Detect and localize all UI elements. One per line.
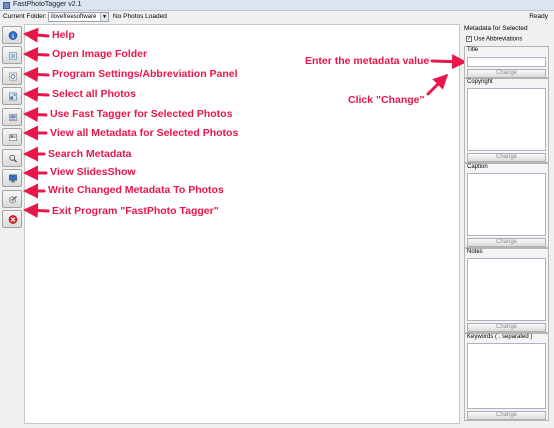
metadata-panel-title: Metadata for Selected bbox=[464, 25, 528, 32]
exit-button[interactable] bbox=[2, 210, 22, 228]
fast-tagger-icon bbox=[9, 114, 17, 121]
select-all-button[interactable] bbox=[2, 87, 22, 105]
caption-input[interactable] bbox=[467, 173, 546, 236]
caption-change-button[interactable]: Change bbox=[467, 238, 546, 247]
open-folder-icon bbox=[9, 52, 17, 60]
keywords-input[interactable] bbox=[467, 343, 546, 409]
use-abbreviations-checkbox[interactable]: ✓ Use Abbreviations bbox=[466, 36, 522, 43]
view-metadata-button[interactable] bbox=[2, 128, 22, 146]
folder-select[interactable]: ilovefreesoftware ▼ bbox=[48, 12, 109, 22]
annotation-help: Help bbox=[52, 29, 75, 41]
annotation-write: Write Changed Metadata To Photos bbox=[48, 184, 224, 196]
use-abbreviations-label: Use Abbreviations bbox=[474, 36, 523, 43]
ready-status: Ready bbox=[529, 13, 548, 20]
annotation-exit: Exit Program "FastPhoto Tagger" bbox=[52, 205, 219, 217]
fast-tagger-button[interactable] bbox=[2, 108, 22, 126]
copyright-label: Copyright bbox=[467, 79, 493, 85]
annotation-view-metadata: View all Metadata for Selected Photos bbox=[50, 127, 239, 139]
folder-bar: Current Folder: ilovefreesoftware ▼ No P… bbox=[0, 11, 554, 23]
search-button[interactable] bbox=[2, 149, 22, 167]
annotation-enter-value: Enter the metadata value bbox=[305, 55, 430, 67]
title-input[interactable] bbox=[467, 57, 546, 67]
search-icon bbox=[9, 154, 18, 163]
checkbox-checked-icon: ✓ bbox=[466, 36, 472, 42]
write-metadata-icon bbox=[9, 195, 17, 204]
title-bar: FastPhotoTagger v2.1 bbox=[0, 0, 554, 11]
caption-field-group: Caption Change bbox=[464, 163, 549, 248]
keywords-change-button[interactable]: Change bbox=[467, 411, 546, 420]
current-folder-label: Current Folder: bbox=[3, 13, 47, 20]
annotation-search: Search Metadata bbox=[48, 148, 132, 160]
window-title: FastPhotoTagger v2.1 bbox=[13, 1, 82, 8]
write-metadata-button[interactable] bbox=[2, 190, 22, 208]
settings-icon bbox=[9, 72, 17, 81]
chevron-down-icon[interactable]: ▼ bbox=[100, 13, 108, 21]
slideshow-button[interactable] bbox=[2, 169, 22, 187]
annotation-slideshow: View SlidesShow bbox=[50, 166, 136, 178]
title-label: Title bbox=[467, 47, 479, 53]
annotation-settings: Program Settings/Abbreviation Panel bbox=[52, 68, 238, 80]
copyright-field-group: Copyright Change bbox=[464, 78, 549, 163]
toolbar: i bbox=[2, 24, 23, 228]
keywords-label: Keywords ( , separated ) bbox=[467, 334, 533, 340]
annotation-open-folder: Open Image Folder bbox=[52, 48, 148, 60]
slideshow-icon bbox=[9, 174, 17, 183]
keywords-field-group: Keywords ( , separated ) Change bbox=[464, 333, 549, 421]
title-field-group: Title Change bbox=[464, 46, 549, 78]
title-change-button[interactable]: Change bbox=[467, 69, 546, 78]
folder-select-value: ilovefreesoftware bbox=[51, 14, 97, 20]
copyright-change-button[interactable]: Change bbox=[467, 153, 546, 162]
copyright-input[interactable] bbox=[467, 88, 546, 151]
settings-button[interactable] bbox=[2, 67, 22, 85]
help-button[interactable]: i bbox=[2, 26, 22, 44]
svg-text:i: i bbox=[12, 33, 14, 40]
view-metadata-icon bbox=[9, 134, 17, 141]
notes-label: Notes bbox=[467, 249, 483, 255]
exit-icon bbox=[8, 215, 18, 224]
annotation-select-all: Select all Photos bbox=[52, 88, 137, 100]
notes-input[interactable] bbox=[467, 258, 546, 321]
help-icon: i bbox=[8, 31, 18, 40]
metadata-panel: Metadata for Selected ✓ Use Abbreviations… bbox=[461, 24, 551, 424]
app-icon bbox=[3, 2, 10, 9]
annotation-fast-tagger: Use Fast Tagger for Selected Photos bbox=[50, 108, 233, 120]
photos-status: No Photos Loaded bbox=[113, 13, 167, 20]
select-all-icon bbox=[9, 92, 17, 101]
annotation-click-change: Click "Change" bbox=[348, 94, 425, 106]
notes-change-button[interactable]: Change bbox=[467, 323, 546, 332]
caption-label: Caption bbox=[467, 164, 488, 170]
open-folder-button[interactable] bbox=[2, 46, 22, 64]
photo-area[interactable] bbox=[24, 24, 460, 424]
notes-field-group: Notes Change bbox=[464, 248, 549, 333]
